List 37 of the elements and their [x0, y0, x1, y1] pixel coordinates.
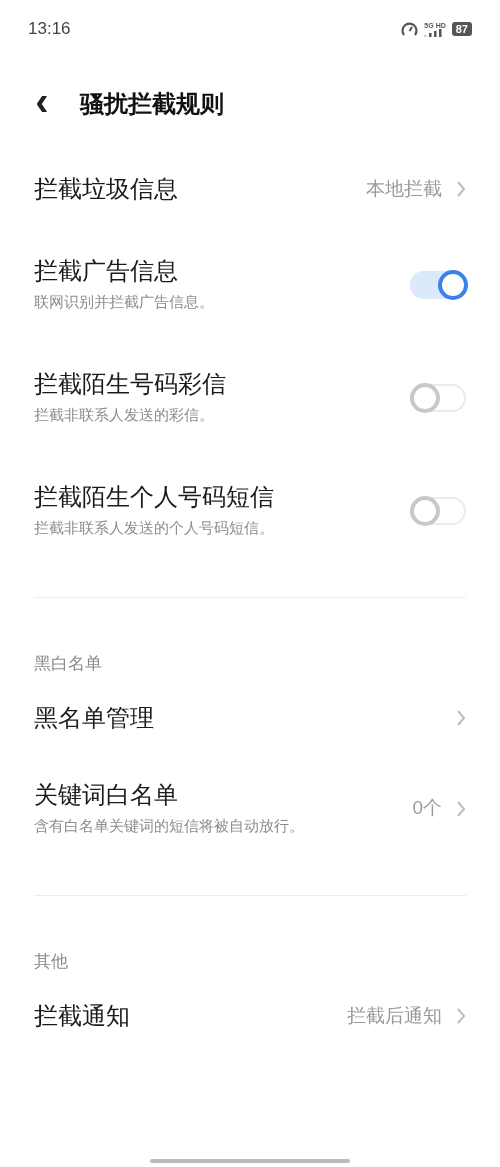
row-description: 联网识别并拦截广告信息。	[34, 292, 214, 313]
settings-row[interactable]: 拦截通知 拦截后通知	[0, 982, 500, 1050]
chevron-icon	[456, 1007, 466, 1025]
toggle-switch[interactable]	[410, 270, 466, 299]
row-value: 0个	[412, 796, 442, 821]
chevron-icon	[456, 799, 466, 818]
row-title: 黑名单管理	[34, 703, 154, 733]
settings-row[interactable]: 黑名单管理	[0, 684, 500, 752]
section-label: 黑白名单	[34, 653, 102, 676]
row-description: 含有白名单关键词的短信将被自动放行。	[34, 816, 304, 837]
signal-icon	[424, 28, 443, 37]
row-title: 拦截垃圾信息	[34, 174, 178, 204]
battery-indicator: 87	[451, 22, 472, 36]
row-title: 拦截陌生个人号码短信	[34, 482, 274, 513]
settings-row[interactable]: 拦截陌生个人号码短信 拦截非联系人发送的个人号码短信。	[0, 454, 500, 567]
row-title: 拦截广告信息	[34, 256, 179, 287]
row-description: 拦截非联系人发送的彩信。	[34, 405, 215, 426]
settings-row[interactable]: 拦截陌生号码彩信 拦截非联系人发送的彩信。	[0, 341, 500, 454]
settings-row[interactable]: 关键词白名单 含有白名单关键词的短信将被自动放行。 0个	[0, 752, 500, 865]
settings-row[interactable]: 拦截垃圾信息 本地拦截	[0, 150, 500, 228]
toggle-switch[interactable]	[410, 383, 466, 412]
section-label: 其他	[34, 951, 68, 974]
speedometer-icon	[401, 21, 419, 37]
home-indicator[interactable]	[150, 1159, 350, 1163]
row-description: 拦截非联系人发送的个人号码短信。	[34, 518, 274, 539]
row-title: 关键词白名单	[34, 780, 179, 811]
status-time: 13:16	[28, 18, 71, 41]
row-value: 本地拦截	[366, 176, 442, 201]
chevron-icon	[456, 709, 466, 727]
row-title: 拦截陌生号码彩信	[34, 369, 226, 400]
row-value: 拦截后通知	[347, 1003, 442, 1028]
chevron-icon	[456, 180, 466, 198]
page-title: 骚扰拦截规则	[80, 89, 224, 119]
settings-row[interactable]: 拦截广告信息 联网识别并拦截广告信息。	[0, 228, 500, 341]
toggle-switch[interactable]	[410, 496, 466, 525]
back-button[interactable]: ‹	[30, 81, 54, 121]
row-title: 拦截通知	[34, 1001, 130, 1031]
